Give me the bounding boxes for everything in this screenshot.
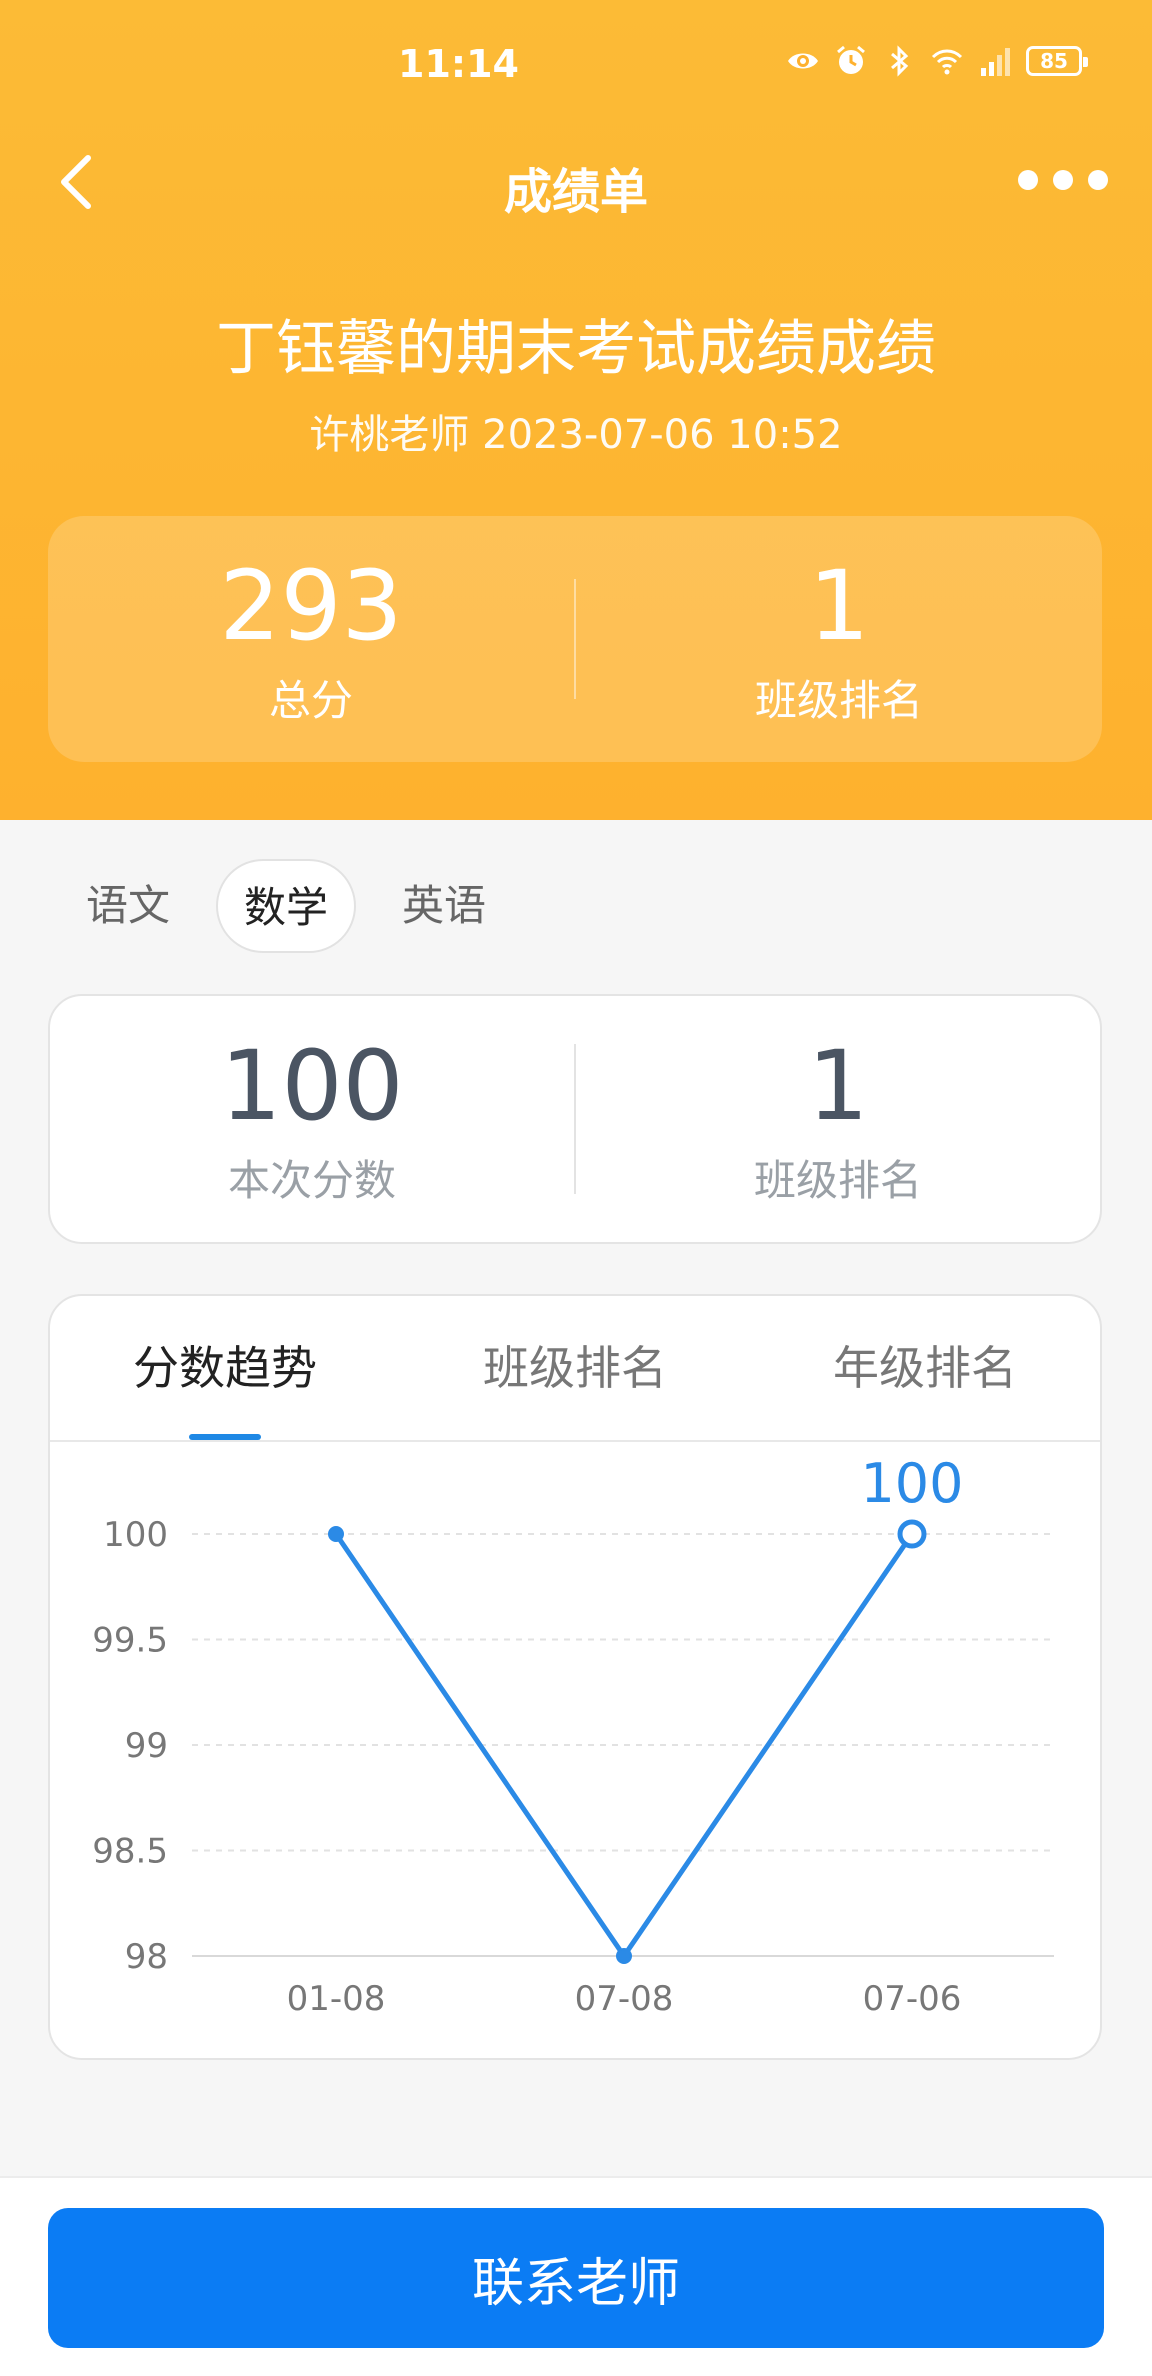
data-point (328, 1526, 344, 1542)
exam-meta: 许桃老师 2023-07-06 10:52 (309, 412, 843, 458)
x-tick-label: 07-08 (575, 1979, 674, 2019)
subject-score-value: 100 (220, 1029, 404, 1142)
subject-rank-label: 班级排名 (753, 1155, 922, 1205)
x-tick-label: 07-06 (863, 1979, 962, 2019)
tab-class-rank[interactable]: 班级排名 (400, 1296, 750, 1440)
bottom-bar: 联系老师 (0, 2176, 1152, 2376)
subject-score-cell: 100 本次分数 (50, 1031, 574, 1208)
total-score-label: 总分 (268, 675, 353, 725)
wifi-icon (931, 49, 963, 75)
y-tick-label: 99 (125, 1726, 168, 1766)
signal-icon (981, 48, 1010, 76)
class-rank-value: 1 (808, 549, 870, 662)
more-options-icon[interactable] (1018, 160, 1108, 200)
header-banner: 11:14 85 成绩单 丁钰馨的期末考试成绩成绩 许桃老师 2023-07-0… (0, 0, 1152, 820)
y-tick-label: 98 (125, 1937, 168, 1977)
data-point (616, 1948, 632, 1964)
highlighted-data-point (897, 1519, 927, 1549)
exam-title: 丁钰馨的期末考试成绩成绩 (216, 314, 936, 384)
status-bar: 11:14 85 (0, 0, 1152, 130)
subject-tabs: 语文 数学 英语 (60, 858, 512, 954)
status-time: 11:14 (398, 42, 519, 86)
tab-english[interactable]: 英语 (376, 859, 512, 953)
total-score-value: 293 (219, 549, 403, 662)
y-tick-label: 100 (103, 1515, 168, 1555)
status-icons: 85 (786, 44, 1088, 78)
tab-grade-rank[interactable]: 年级排名 (750, 1296, 1100, 1440)
page-title: 成绩单 (503, 164, 648, 220)
trend-tabs: 分数趋势 班级排名 年级排名 (50, 1296, 1100, 1442)
tab-math[interactable]: 数学 (216, 859, 357, 953)
battery-indicator: 85 (1026, 46, 1088, 76)
class-rank-label: 班级排名 (754, 675, 923, 725)
summary-card: 293 总分 1 班级排名 (48, 516, 1102, 762)
total-score-cell: 293 总分 (48, 551, 574, 728)
subject-score-card: 100 本次分数 1 班级排名 (48, 994, 1102, 1244)
eye-icon (788, 53, 818, 69)
subject-rank-value: 1 (807, 1029, 869, 1142)
subject-rank-cell: 1 班级排名 (576, 1031, 1100, 1208)
y-tick-label: 98.5 (92, 1832, 168, 1872)
alarm-icon (837, 45, 865, 74)
subject-score-label: 本次分数 (227, 1155, 396, 1205)
nav-bar: 成绩单 (0, 130, 1152, 230)
score-trend-chart: 100 99.5 99 98.5 98 01-08 07-08 07-06 100 (92, 1452, 1054, 2019)
tab-score-trend[interactable]: 分数趋势 (50, 1296, 400, 1440)
y-tick-label: 99.5 (92, 1621, 168, 1661)
tab-chinese[interactable]: 语文 (60, 859, 196, 953)
contact-teacher-button[interactable]: 联系老师 (48, 2208, 1104, 2348)
data-label: 100 (860, 1452, 963, 1515)
class-rank-cell: 1 班级排名 (576, 551, 1102, 728)
score-report-page: 11:14 85 成绩单 丁钰馨的期末考试成绩成绩 许桃老师 2023-07-0… (0, 0, 1152, 2376)
bluetooth-icon (891, 45, 909, 77)
trend-card: 分数趋势 班级排名 年级排名 100 99.5 99 98.5 98 01-08 07-08… (48, 1294, 1102, 2060)
x-tick-label: 01-08 (287, 1979, 386, 2019)
